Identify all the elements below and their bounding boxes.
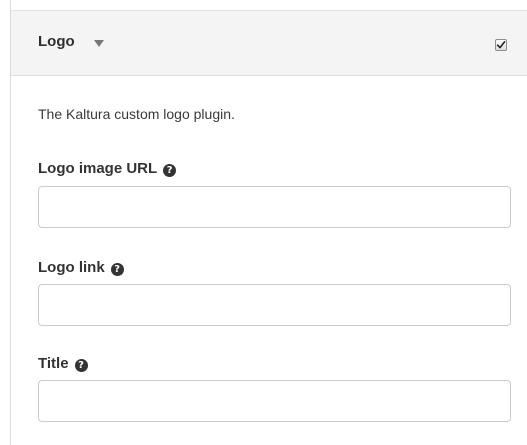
- question-circle-icon[interactable]: ?: [74, 359, 88, 372]
- title-input[interactable]: [38, 380, 511, 422]
- logo-image-url-label: Logo image URL?: [38, 160, 177, 178]
- panel-header[interactable]: Logo: [11, 11, 527, 76]
- logo-link-input[interactable]: [38, 284, 511, 326]
- enable-checkbox[interactable]: [495, 39, 507, 51]
- plugin-description: The Kaltura custom logo plugin.: [38, 106, 235, 122]
- checkmark-icon: [496, 41, 506, 49]
- caret-down-icon[interactable]: [94, 40, 104, 47]
- logo-link-label: Logo link?: [38, 259, 124, 277]
- panel-title: Logo: [38, 33, 75, 50]
- logo-plugin-panel: Logo The Kaltura custom logo plugin. Log…: [10, 0, 527, 445]
- logo-image-url-label-text: Logo image URL: [38, 160, 158, 177]
- logo-image-url-input[interactable]: [38, 186, 511, 228]
- title-label-text: Title: [38, 355, 69, 372]
- question-circle-icon[interactable]: ?: [110, 263, 124, 276]
- title-label: Title?: [38, 355, 88, 373]
- logo-link-label-text: Logo link: [38, 259, 105, 276]
- question-circle-icon[interactable]: ?: [163, 164, 177, 177]
